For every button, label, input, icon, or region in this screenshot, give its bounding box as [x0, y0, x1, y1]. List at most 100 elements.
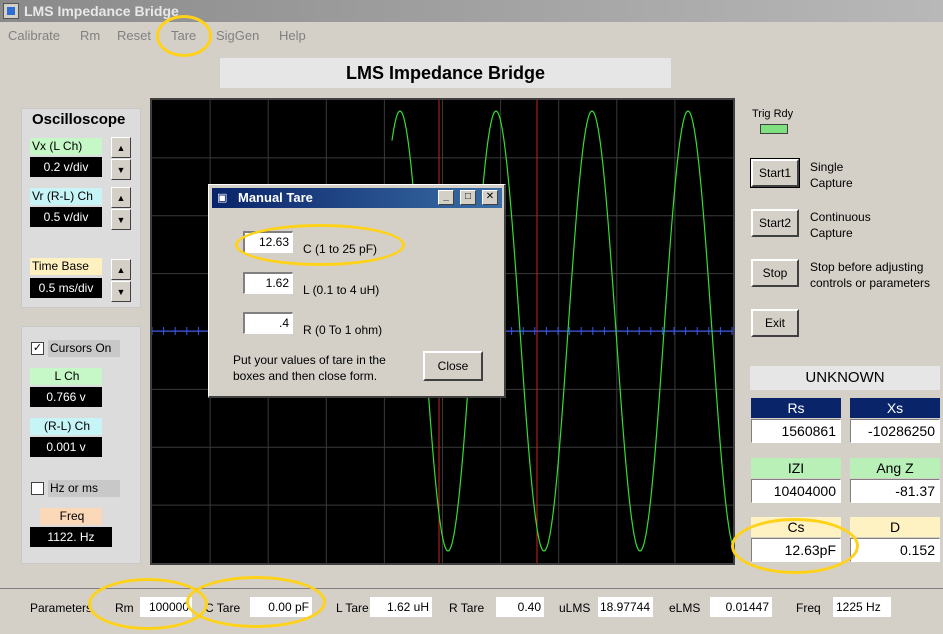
r-tare-label: R (0 To 1 ohm)	[303, 323, 383, 337]
vx-down-button[interactable]: ▼	[111, 159, 131, 180]
vx-value: 0.2 v/div	[30, 157, 102, 177]
cs-label: Cs	[751, 517, 841, 537]
start2-button[interactable]: Start2	[751, 209, 799, 237]
rs-value: 1560861	[751, 419, 841, 443]
menu-reset[interactable]: Reset	[117, 28, 151, 43]
parameters-label: Parameters	[30, 601, 93, 615]
vx-label: Vx (L Ch)	[30, 138, 102, 155]
angz-value: -81.37	[850, 479, 940, 503]
vr-value: 0.5 v/div	[30, 207, 102, 227]
trig-led-icon	[760, 124, 788, 134]
app-banner: LMS Impedance Bridge	[220, 58, 671, 88]
arrow-down-icon: ▼	[116, 164, 126, 175]
unknown-title: UNKNOWN	[750, 366, 940, 390]
cursors-checkbox[interactable]: ✓	[31, 342, 44, 355]
app-icon	[3, 3, 19, 19]
rtare-label: R Tare	[449, 601, 485, 615]
rm-value: 100000	[140, 597, 192, 617]
vr-down-button[interactable]: ▼	[111, 209, 131, 230]
status-freq-value: 1225 Hz	[833, 597, 891, 617]
ulms-value: 18.97744	[598, 597, 653, 617]
hz-ms-checkbox[interactable]	[31, 482, 44, 495]
rm-label: Rm	[115, 601, 134, 615]
start1-desc-2: Capture	[810, 176, 853, 190]
oscilloscope-panel: Oscilloscope Vx (L Ch) 0.2 v/div ▲ ▼ Vr …	[21, 108, 141, 308]
timebase-value: 0.5 ms/div	[30, 278, 102, 298]
r-tare-input[interactable]: .4	[243, 312, 293, 334]
menu-calibrate[interactable]: Calibrate	[8, 28, 60, 43]
z-value: 10404000	[751, 479, 841, 503]
cursors-label: Cursors On	[48, 340, 120, 357]
rtare-value: 0.40	[496, 597, 544, 617]
lch-label: L Ch	[30, 368, 102, 385]
cursors-panel: ✓ Cursors On L Ch 0.766 v (R-L) Ch 0.001…	[21, 326, 141, 564]
d-value: 0.152	[850, 538, 940, 562]
elms-value: 0.01447	[710, 597, 772, 617]
rs-label: Rs	[751, 398, 841, 418]
arrow-up-icon: ▲	[116, 264, 126, 275]
menu-siggen[interactable]: SigGen	[216, 28, 259, 43]
dialog-icon: ▣	[217, 192, 228, 204]
arrow-up-icon: ▲	[116, 192, 126, 203]
ltare-value: 1.62 uH	[370, 597, 432, 617]
exit-button[interactable]: Exit	[751, 309, 799, 337]
stop-desc-2: controls or parameters	[810, 276, 931, 290]
parameters-bar: Parameters Rm 100000 C Tare 0.00 pF L Ta…	[0, 588, 943, 634]
maximize-button[interactable]: □	[460, 190, 476, 205]
ctare-label: C Tare	[205, 601, 241, 615]
start2-desc-1: Continuous	[810, 210, 871, 224]
c-tare-input[interactable]: 12.63	[243, 231, 293, 253]
start2-desc-2: Capture	[810, 226, 853, 240]
dialog-title-bar: Manual Tare _ □ ✕	[212, 188, 502, 208]
menu-tare[interactable]: Tare	[171, 28, 196, 43]
close-window-button[interactable]: ✕	[482, 190, 498, 205]
dialog-title: Manual Tare	[238, 190, 313, 205]
ctare-value: 0.00 pF	[250, 597, 312, 617]
freq-value: 1122. Hz	[30, 527, 112, 547]
timebase-up-button[interactable]: ▲	[111, 259, 131, 280]
title-bar: LMS Impedance Bridge	[0, 0, 943, 22]
arrow-up-icon: ▲	[116, 142, 126, 153]
start1-button[interactable]: Start1	[750, 158, 800, 188]
menu-rm[interactable]: Rm	[80, 28, 100, 43]
dialog-note-1: Put your values of tare in the	[233, 353, 386, 367]
dialog-note-2: boxes and then close form.	[233, 369, 378, 383]
timebase-down-button[interactable]: ▼	[111, 281, 131, 302]
vx-up-button[interactable]: ▲	[111, 137, 131, 158]
angz-label: Ang Z	[850, 458, 940, 478]
freq-label: Freq	[40, 508, 102, 525]
status-freq-label: Freq	[796, 601, 821, 615]
trig-indicator: Trig Rdy	[750, 107, 800, 137]
ulms-label: uLMS	[559, 601, 591, 615]
vr-up-button[interactable]: ▲	[111, 187, 131, 208]
stop-desc-1: Stop before adjusting	[810, 260, 924, 274]
close-button[interactable]: Close	[423, 351, 483, 381]
d-label: D	[850, 517, 940, 537]
l-tare-label: L (0.1 to 4 uH)	[303, 283, 380, 297]
arrow-down-icon: ▼	[116, 214, 126, 225]
oscilloscope-title: Oscilloscope	[32, 111, 126, 128]
check-icon: ✓	[32, 342, 43, 354]
rl-label: (R-L) Ch	[30, 418, 102, 435]
timebase-label: Time Base	[30, 258, 102, 275]
hz-ms-label: Hz or ms	[48, 480, 120, 497]
stop-button[interactable]: Stop	[751, 259, 799, 287]
xs-value: -10286250	[850, 419, 940, 443]
menu-help[interactable]: Help	[279, 28, 306, 43]
elms-label: eLMS	[669, 601, 701, 615]
window-title: LMS Impedance Bridge	[24, 3, 179, 19]
minimize-button[interactable]: _	[438, 190, 454, 205]
c-tare-label: C (1 to 25 pF)	[303, 242, 378, 256]
rl-value: 0.001 v	[30, 437, 102, 457]
vr-label: Vr (R-L) Ch	[30, 188, 102, 205]
menu-bar: Calibrate Rm Reset Tare SigGen Help	[0, 24, 943, 46]
manual-tare-dialog: Manual Tare _ □ ✕ ▣ 12.63 C (1 to 25 pF)…	[208, 184, 506, 398]
xs-label: Xs	[850, 398, 940, 418]
trig-label: Trig Rdy	[752, 108, 794, 120]
l-tare-input[interactable]: 1.62	[243, 272, 293, 294]
z-label: IZI	[751, 458, 841, 478]
start1-desc-1: Single	[810, 160, 844, 174]
lch-value: 0.766 v	[30, 387, 102, 407]
banner-title: LMS Impedance Bridge	[345, 62, 546, 83]
arrow-down-icon: ▼	[116, 286, 126, 297]
